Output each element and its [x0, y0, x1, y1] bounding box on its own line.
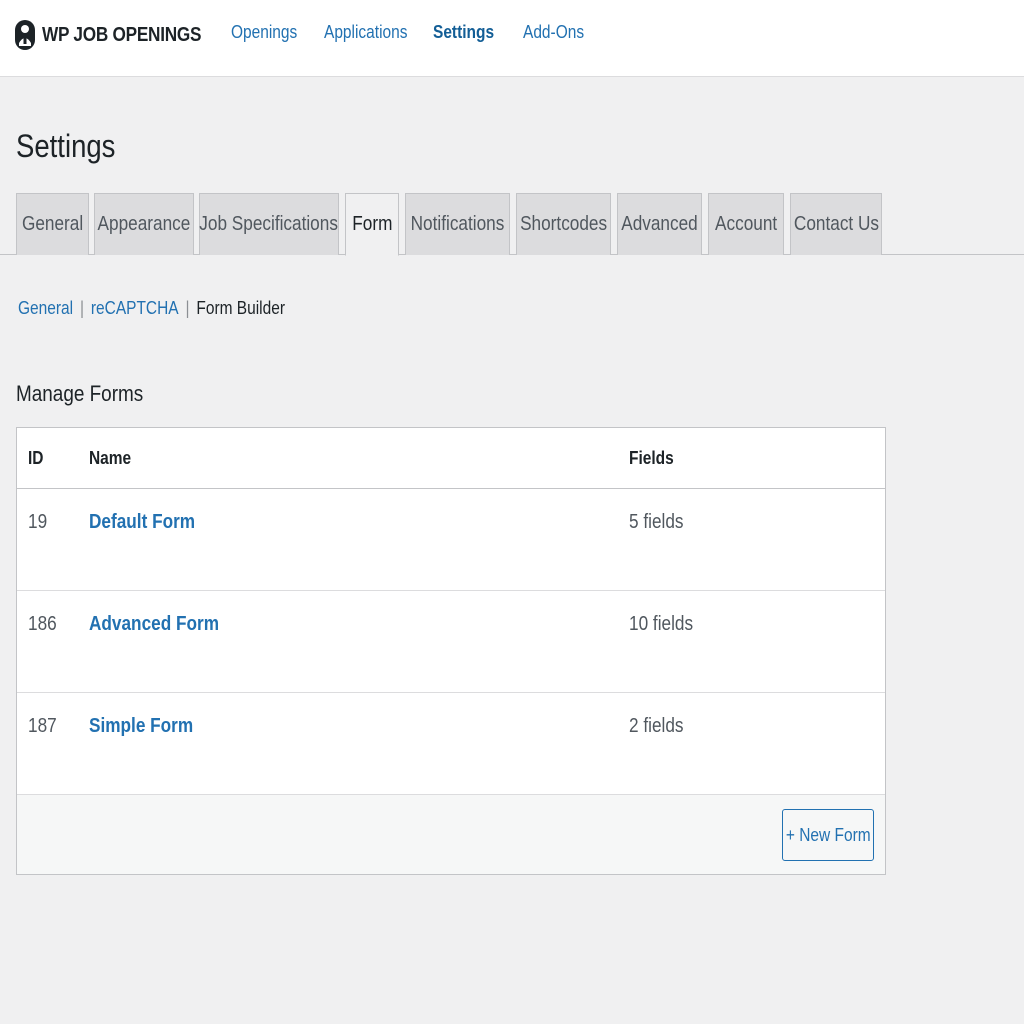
person-logo-icon — [14, 19, 36, 51]
table-footer: + New Form — [17, 795, 885, 874]
tab-label: Contact Us — [793, 213, 879, 235]
subnav-general[interactable]: General — [18, 298, 73, 318]
top-bar: WP JOB OPENINGS Openings Applications Se… — [0, 0, 1024, 77]
column-header-id: ID — [28, 448, 44, 468]
table-row: 187 Simple Form 2 fields — [17, 693, 885, 795]
tab-general[interactable]: General — [16, 193, 89, 255]
tab-notifications[interactable]: Notifications — [405, 193, 510, 255]
form-subnav: General | reCAPTCHA | Form Builder — [18, 298, 285, 319]
nav-add-ons[interactable]: Add-Ons — [523, 22, 584, 43]
new-form-button[interactable]: + New Form — [782, 809, 874, 861]
form-field-count: 2 fields — [629, 715, 684, 737]
form-id: 187 — [28, 715, 57, 737]
nav-openings[interactable]: Openings — [231, 22, 297, 43]
table-row: 186 Advanced Form 10 fields — [17, 591, 885, 693]
tab-label: Shortcodes — [520, 213, 608, 235]
forms-table: ID Name Fields 19 Default Form 5 fields … — [16, 427, 886, 875]
tab-account[interactable]: Account — [708, 193, 784, 255]
tab-advanced[interactable]: Advanced — [617, 193, 702, 255]
tab-form[interactable]: Form — [345, 193, 399, 256]
nav-applications[interactable]: Applications — [324, 22, 407, 43]
table-row: 19 Default Form 5 fields — [17, 489, 885, 591]
tab-shortcodes[interactable]: Shortcodes — [516, 193, 611, 255]
column-header-name: Name — [89, 448, 132, 468]
tab-label: Account — [714, 213, 778, 235]
settings-tabs: General Appearance Job Specifications Fo… — [0, 193, 1024, 256]
form-name-link[interactable]: Simple Form — [89, 715, 193, 738]
manage-forms-heading: Manage Forms — [16, 381, 144, 406]
tab-label: Job Specifications — [199, 213, 339, 235]
form-name-link[interactable]: Default Form — [89, 511, 195, 534]
subnav-separator: | — [79, 298, 84, 318]
subnav-recaptcha[interactable]: reCAPTCHA — [91, 298, 179, 318]
nav-settings[interactable]: Settings — [433, 22, 494, 43]
tab-label: Form — [351, 213, 393, 235]
table-header: ID Name Fields — [17, 428, 885, 489]
form-field-count: 10 fields — [629, 613, 694, 635]
tab-label: General — [21, 213, 84, 235]
page-title: Settings — [16, 128, 116, 164]
tab-appearance[interactable]: Appearance — [94, 193, 194, 255]
tab-job-specifications[interactable]: Job Specifications — [199, 193, 339, 255]
form-id: 186 — [28, 613, 57, 635]
subnav-separator: | — [185, 298, 190, 318]
tab-contact-us[interactable]: Contact Us — [790, 193, 882, 255]
form-name-link[interactable]: Advanced Form — [89, 613, 219, 636]
brand-name: WP JOB OPENINGS — [42, 23, 202, 46]
tab-label: Notifications — [410, 213, 505, 235]
brand[interactable]: WP JOB OPENINGS — [14, 18, 227, 52]
tab-label: Appearance — [97, 213, 191, 235]
form-field-count: 5 fields — [629, 511, 684, 533]
tab-label: Advanced — [621, 213, 698, 235]
form-id: 19 — [28, 511, 48, 533]
column-header-fields: Fields — [629, 448, 674, 468]
new-form-button-label: + New Form — [785, 824, 871, 845]
subnav-form-builder: Form Builder — [196, 298, 286, 318]
